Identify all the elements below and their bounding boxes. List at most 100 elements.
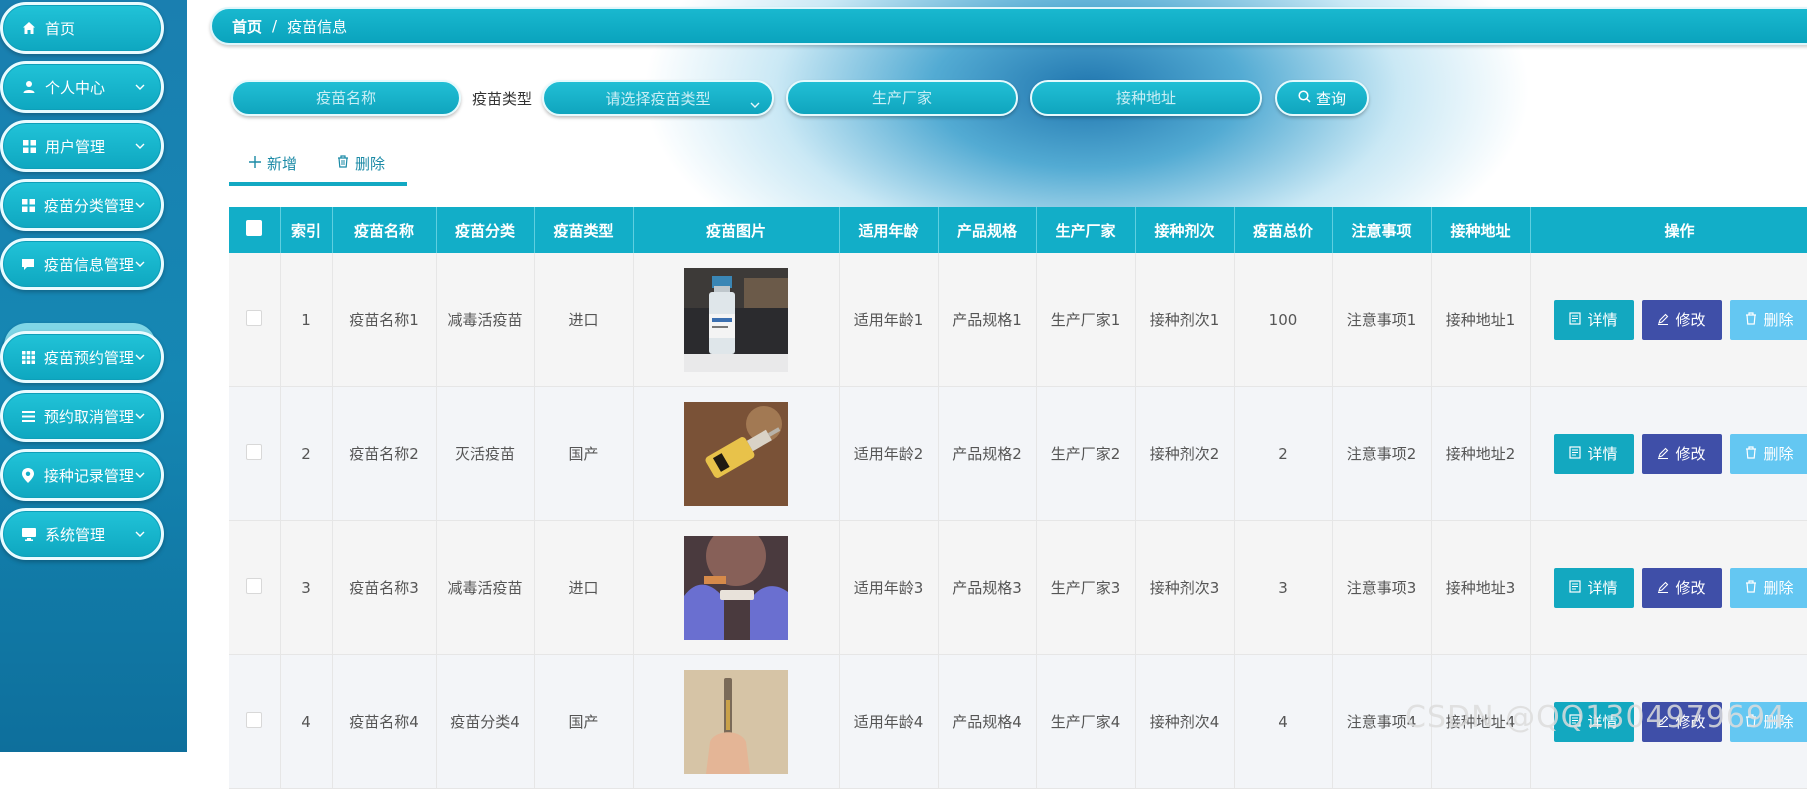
sidebar-item-personal-center[interactable]: 个人中心	[0, 61, 164, 113]
sidebar-item-label: 疫苗分类管理	[44, 195, 134, 216]
plus-icon	[249, 154, 261, 172]
notes-cell: 注意事项1	[1332, 253, 1431, 387]
maker-cell: 生产厂家3	[1036, 521, 1135, 655]
sidebar-item-vaccine-info[interactable]: 疫苗信息管理	[0, 238, 164, 290]
chevron-down-icon	[134, 472, 147, 478]
category-cell: 灭活疫苗	[436, 387, 534, 521]
spec-cell: 产品规格4	[938, 655, 1036, 789]
sidebar-item-vaccination-record[interactable]: 接种记录管理	[0, 449, 164, 501]
spec-cell: 产品规格1	[938, 253, 1036, 387]
vaccine-name-search[interactable]	[231, 80, 461, 116]
dose-cell: 接种剂次4	[1135, 655, 1234, 789]
name-cell: 疫苗名称2	[332, 387, 436, 521]
monitor-icon	[21, 526, 37, 542]
dose-cell: 接种剂次2	[1135, 387, 1234, 521]
sidebar-item-label: 预约取消管理	[44, 406, 134, 427]
edit-button[interactable]: 修改	[1642, 568, 1722, 608]
grid-icon	[21, 138, 37, 154]
column-header: 产品规格	[938, 207, 1036, 253]
pencil-icon	[1657, 311, 1669, 329]
vaccine-vial-photo	[684, 268, 788, 372]
address-search[interactable]	[1030, 80, 1262, 116]
sidebar-item-vaccine-category[interactable]: 疫苗分类管理	[0, 179, 164, 231]
grid-icon	[21, 197, 36, 213]
row-checkbox[interactable]	[246, 712, 262, 728]
detail-button[interactable]: 详情	[1554, 568, 1634, 608]
actions-cell: 详情 修改 删除	[1530, 521, 1807, 655]
delete-row-button[interactable]: 删除	[1730, 568, 1807, 608]
edit-button-label: 修改	[1675, 309, 1705, 330]
detail-button-label: 详情	[1587, 443, 1617, 464]
column-header: 接种剂次	[1135, 207, 1234, 253]
column-header: 疫苗类型	[534, 207, 633, 253]
sidebar-item-user-management[interactable]: 用户管理	[0, 120, 164, 172]
vaccine-type-select[interactable]: 请选择疫苗类型	[542, 80, 774, 116]
user-icon	[21, 79, 37, 95]
age-cell: 适用年龄1	[839, 253, 938, 387]
row-checkbox[interactable]	[246, 578, 262, 594]
detail-button-label: 详情	[1587, 309, 1617, 330]
column-header: 疫苗图片	[633, 207, 839, 253]
table-row: 1 疫苗名称1 减毒活疫苗 进口 适用年龄1 产品规格1 生产厂家1 接种剂次1…	[229, 253, 1807, 387]
row-select-cell	[229, 253, 280, 387]
toolbar: 新增 删除	[229, 144, 407, 186]
chevron-down-icon	[134, 261, 147, 267]
maker-cell: 生产厂家4	[1036, 655, 1135, 789]
add-button[interactable]: 新增	[249, 153, 297, 174]
name-cell: 疫苗名称4	[332, 655, 436, 789]
select-all-checkbox[interactable]	[246, 220, 262, 236]
type-cell: 国产	[534, 387, 633, 521]
hand-syringe-photo	[684, 670, 788, 774]
maker-input[interactable]	[788, 88, 1016, 108]
gloved-hands-photo	[684, 536, 788, 640]
search-button-label: 查询	[1316, 88, 1346, 109]
table-header-row: 索引 疫苗名称 疫苗分类 疫苗类型 疫苗图片 适用年龄 产品规格 生产厂家 接种…	[229, 207, 1807, 253]
price-cell: 4	[1234, 655, 1332, 789]
edit-button-label: 修改	[1675, 577, 1705, 598]
select-all-cell	[229, 207, 280, 253]
document-icon	[1569, 445, 1581, 463]
table-row: 3 疫苗名称3 减毒活疫苗 进口 适用年龄3 产品规格3 生产厂家3 接种剂次3…	[229, 521, 1807, 655]
column-header: 操作	[1530, 207, 1807, 253]
row-checkbox[interactable]	[246, 310, 262, 326]
delete-button[interactable]: 删除	[337, 153, 385, 174]
grid9-icon	[21, 349, 36, 365]
notes-cell: 注意事项3	[1332, 521, 1431, 655]
search-button[interactable]: 查询	[1275, 80, 1369, 116]
sidebar-item-label: 首页	[45, 18, 161, 39]
breadcrumb-home[interactable]: 首页	[232, 16, 262, 37]
maker-search[interactable]	[786, 80, 1018, 116]
sidebar-item-cancel-appointment[interactable]: 预约取消管理	[0, 390, 164, 442]
delete-row-button[interactable]: 删除	[1730, 434, 1807, 474]
spec-cell: 产品规格3	[938, 521, 1036, 655]
table-row: 2 疫苗名称2 灭活疫苗 国产 适用年龄2 产品规格2 生产厂家2 接种剂次2 …	[229, 387, 1807, 521]
delete-row-button-label: 删除	[1763, 309, 1793, 330]
sidebar-item-label: 个人中心	[45, 77, 133, 98]
column-header: 索引	[280, 207, 332, 253]
delete-row-button[interactable]: 删除	[1730, 300, 1807, 340]
sidebar-item-home[interactable]: 首页	[0, 2, 164, 54]
column-header: 生产厂家	[1036, 207, 1135, 253]
age-cell: 适用年龄4	[839, 655, 938, 789]
dose-cell: 接种剂次1	[1135, 253, 1234, 387]
breadcrumb-current: 疫苗信息	[287, 16, 347, 37]
spec-cell: 产品规格2	[938, 387, 1036, 521]
edit-button[interactable]: 修改	[1642, 300, 1722, 340]
vaccine-type-placeholder: 请选择疫苗类型	[605, 88, 710, 109]
detail-button[interactable]: 详情	[1554, 434, 1634, 474]
age-cell: 适用年龄3	[839, 521, 938, 655]
address-input[interactable]	[1032, 88, 1260, 108]
breadcrumb: 首页 / 疫苗信息	[210, 7, 1807, 45]
edit-button-label: 修改	[1675, 443, 1705, 464]
detail-button[interactable]: 详情	[1554, 300, 1634, 340]
category-cell: 减毒活疫苗	[436, 521, 534, 655]
sidebar-item-vaccine-appointment[interactable]: 疫苗预约管理	[0, 331, 164, 383]
sidebar-item-system-management[interactable]: 系统管理	[0, 508, 164, 560]
dose-cell: 接种剂次3	[1135, 521, 1234, 655]
edit-button[interactable]: 修改	[1642, 434, 1722, 474]
index-cell: 4	[280, 655, 332, 789]
row-checkbox[interactable]	[246, 444, 262, 460]
trash-icon	[337, 154, 349, 172]
notes-cell: 注意事项2	[1332, 387, 1431, 521]
vaccine-name-input[interactable]	[233, 88, 459, 108]
